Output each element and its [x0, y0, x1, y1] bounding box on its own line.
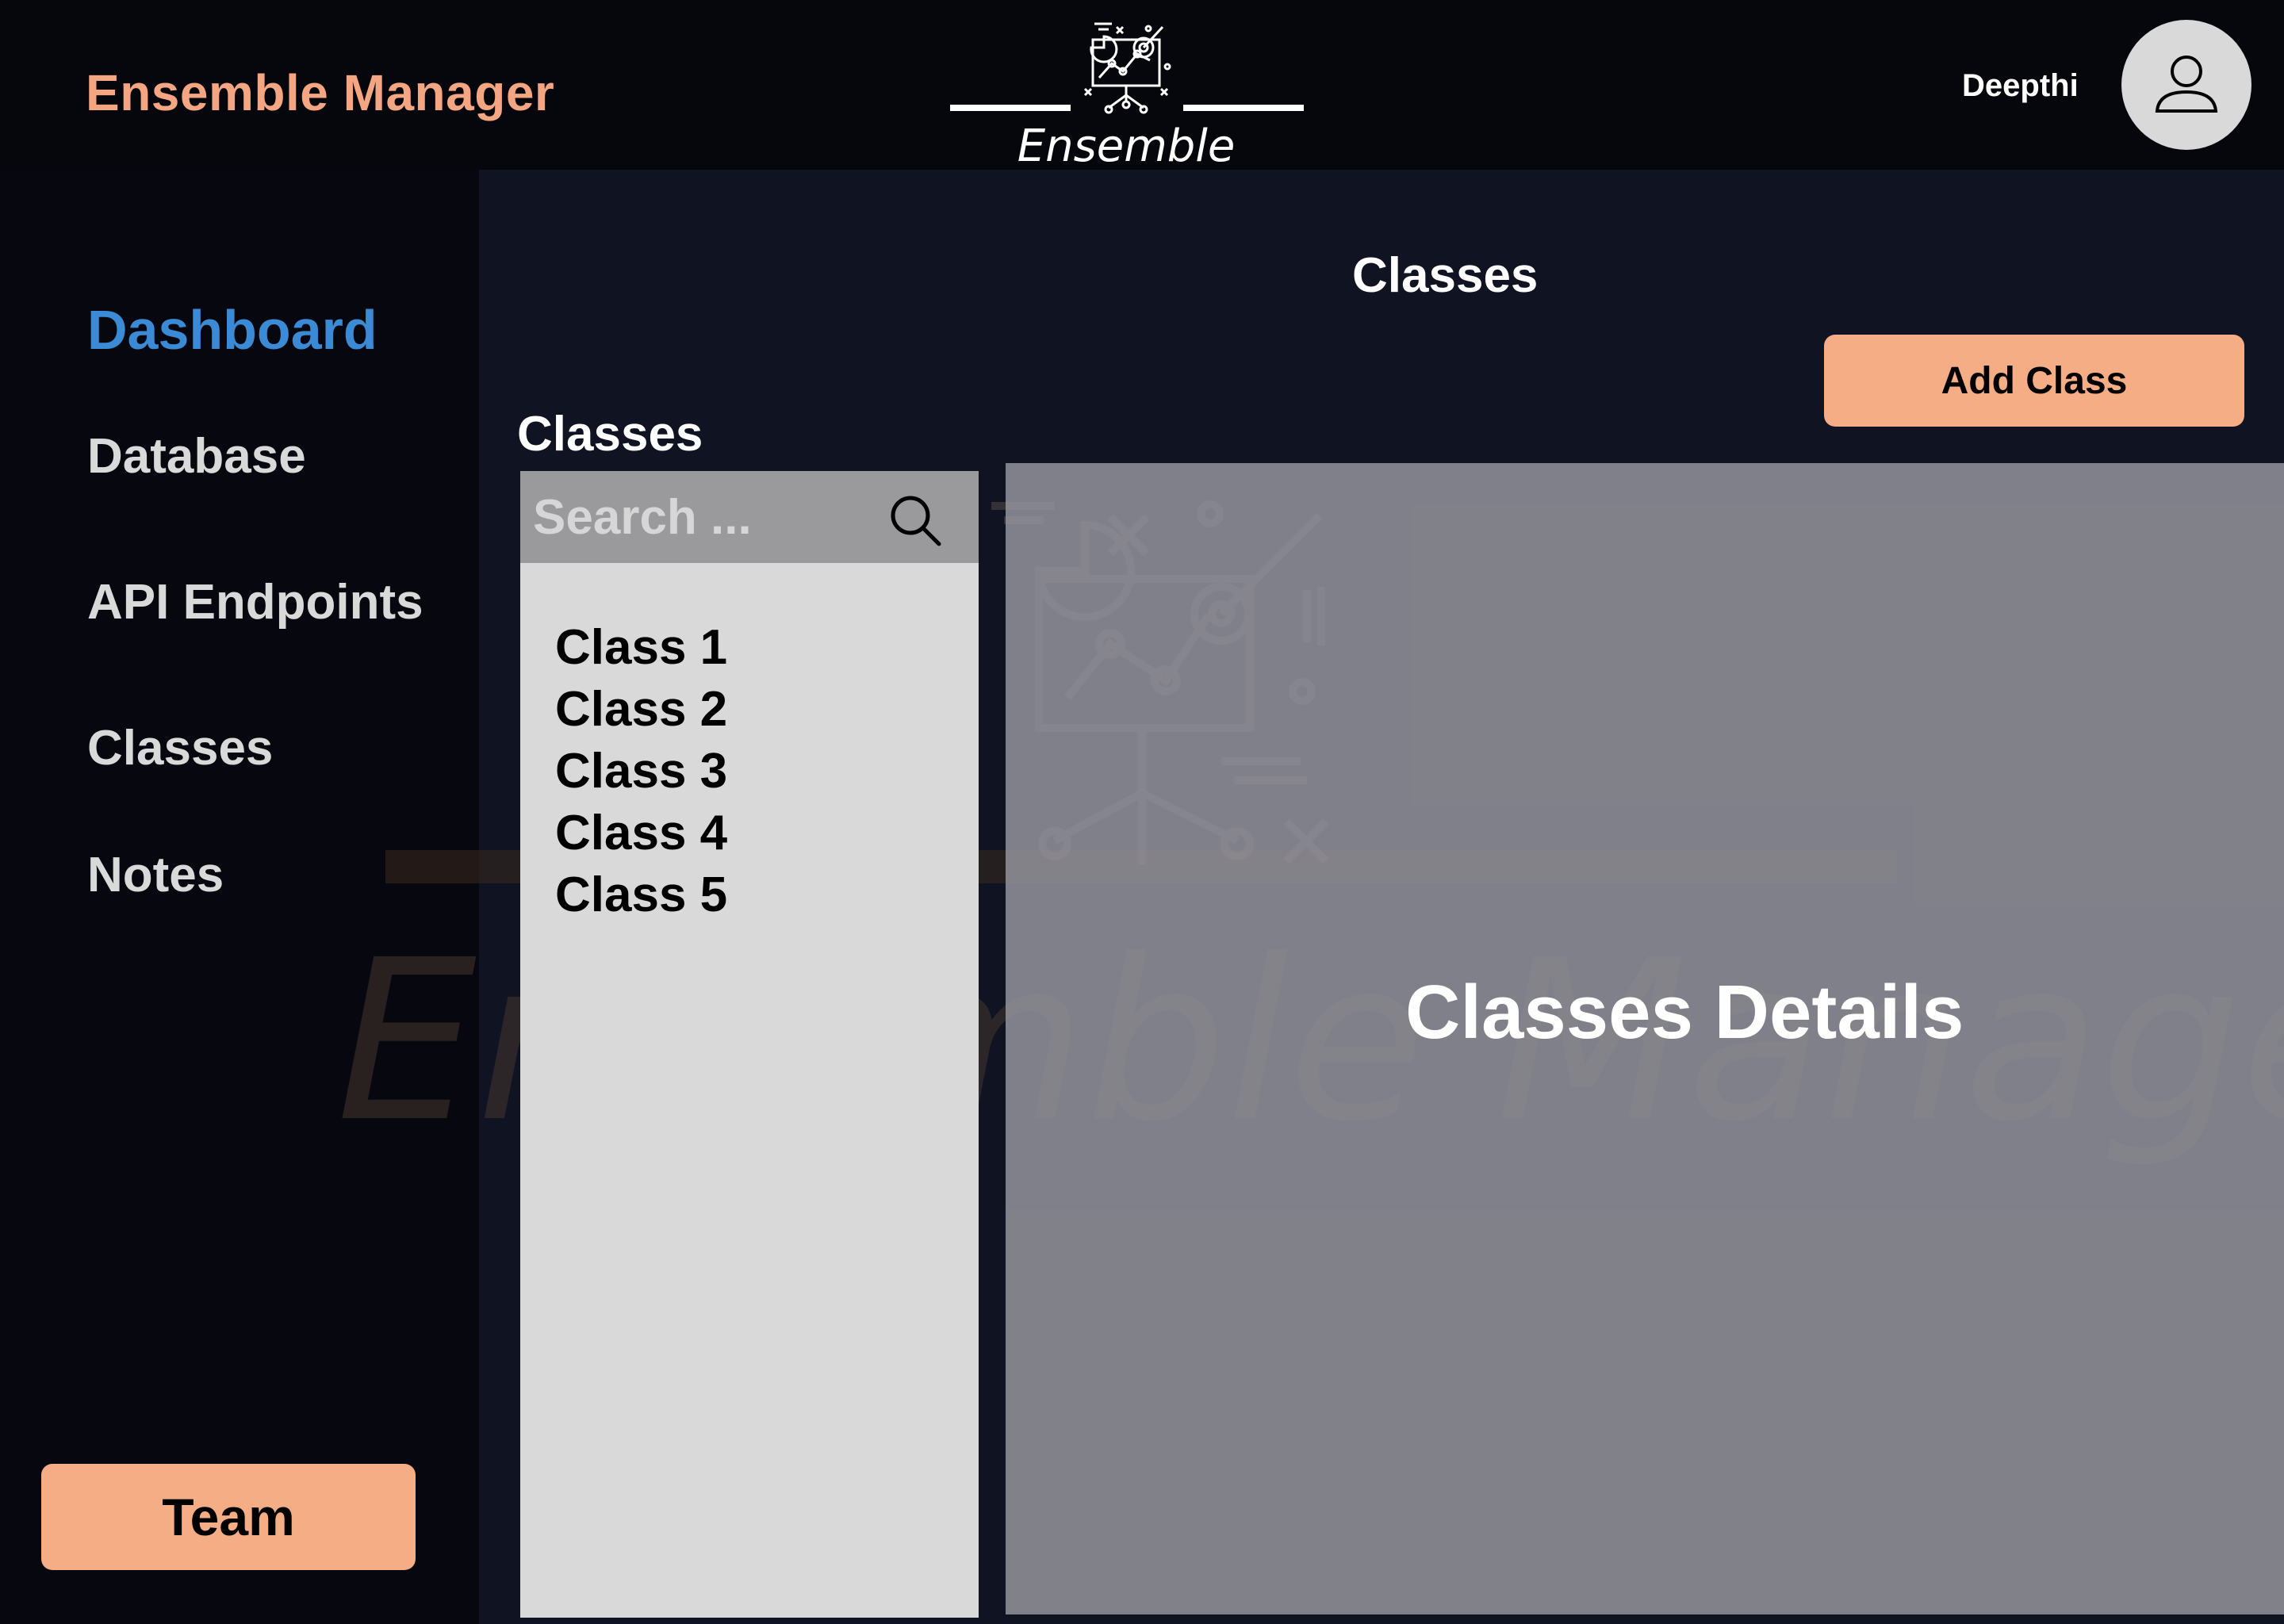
- list-item[interactable]: Class 1: [555, 617, 727, 679]
- class-list: Class 1 Class 2 Class 3 Class 4 Class 5: [555, 617, 727, 926]
- presentation-chart-icon: [950, 22, 1304, 114]
- user-avatar-button[interactable]: [2121, 20, 2251, 150]
- list-item[interactable]: Class 5: [555, 864, 727, 926]
- search-input[interactable]: [533, 485, 882, 549]
- sidebar: [0, 170, 479, 1624]
- add-class-button[interactable]: Add Class: [1824, 335, 2244, 427]
- sidebar-item-database[interactable]: Database: [87, 428, 306, 485]
- sidebar-item-api-endpoints[interactable]: API Endpoints: [87, 574, 423, 630]
- sidebar-item-notes[interactable]: Notes: [87, 847, 224, 903]
- page-title: Classes: [1352, 248, 1539, 303]
- search-bar: [520, 471, 979, 563]
- user-icon: [2155, 56, 2218, 113]
- brand-title: Ensemble Manager: [86, 64, 555, 121]
- list-item[interactable]: Class 3: [555, 741, 727, 802]
- list-item[interactable]: Class 4: [555, 802, 727, 864]
- sidebar-item-dashboard[interactable]: Dashboard: [87, 298, 377, 362]
- sidebar-item-classes[interactable]: Classes: [87, 720, 273, 776]
- class-list-panel: Class 1 Class 2 Class 3 Class 4 Class 5: [520, 471, 979, 1618]
- ensemble-logo: Ensemble Manager: [936, 16, 1316, 224]
- app-root: Ensemble Manager Ensemble Ma: [0, 0, 2284, 1624]
- team-button[interactable]: Team: [41, 1464, 416, 1570]
- class-details-title: Classes Details: [1405, 970, 1964, 1055]
- class-list-title: Classes: [517, 407, 703, 462]
- list-item[interactable]: Class 2: [555, 679, 727, 741]
- search-icon[interactable]: [887, 492, 944, 549]
- user-name: Deepthi: [1962, 68, 2079, 103]
